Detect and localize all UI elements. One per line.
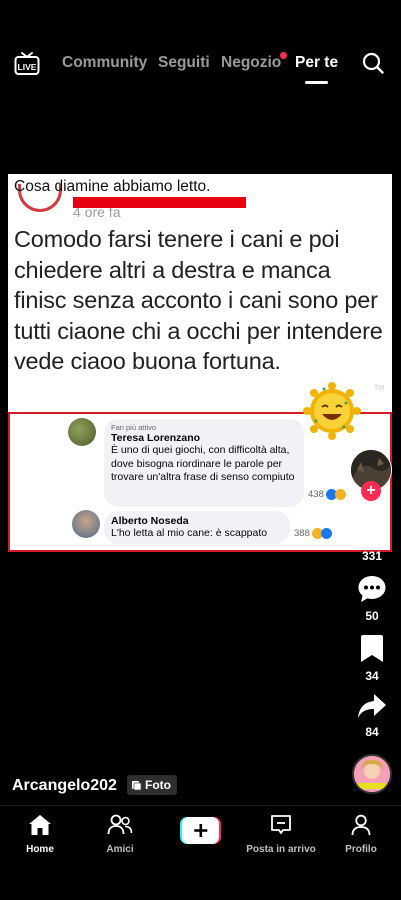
heart-icon <box>356 513 388 542</box>
tab-negozio[interactable]: Negozio <box>221 54 281 72</box>
photo-badge-label: Foto <box>145 778 171 792</box>
author-username[interactable]: Arcangelo202 <box>12 777 117 795</box>
commenter-avatar <box>72 510 100 538</box>
comment-count: 50 <box>365 609 379 623</box>
live-icon[interactable]: LIVE <box>14 50 40 76</box>
comment-text: È uno di quei giochi, con difficoltà alt… <box>111 444 295 483</box>
tab-community[interactable]: Community <box>62 54 147 72</box>
share-button[interactable]: 84 <box>350 692 394 739</box>
top-navigation: LIVE Community Seguiti Negozio Per te <box>0 0 401 100</box>
nav-inbox-label: Posta in arrivo <box>246 844 316 855</box>
redaction-bar <box>73 197 246 208</box>
reaction-count: 438 <box>308 489 324 500</box>
comment-bubble: Alberto Noseda L'ho letta al mio cane: è… <box>104 511 290 544</box>
bookmark-icon <box>361 635 383 662</box>
post-caption: Cosa diamine abbiamo letto. <box>14 178 211 195</box>
comment-button[interactable]: 50 <box>350 574 394 623</box>
comment-text: L'ho letta al mio cane: è scappato <box>111 527 268 539</box>
sun-sticker <box>303 382 361 440</box>
follow-button[interactable]: + <box>361 481 381 501</box>
like-reaction-icon <box>320 528 332 539</box>
haha-reaction-icon <box>334 489 346 500</box>
post-body-text: Comodo farsi tenere i cani e poi chieder… <box>14 226 383 374</box>
commenter-avatar <box>68 418 96 446</box>
nav-inbox[interactable]: Posta in arrivo <box>236 814 326 855</box>
nav-friends-label: Amici <box>106 844 134 855</box>
share-count: 84 <box>365 725 379 739</box>
nav-profile[interactable]: Profilo <box>316 814 401 855</box>
nav-profile-label: Profilo <box>345 844 377 855</box>
profile-icon <box>351 814 371 836</box>
active-tab-indicator <box>305 81 328 84</box>
like-count: 331 <box>361 549 383 563</box>
reaction-count: 388 <box>294 528 310 539</box>
fan-badge: Fan più attivo <box>111 423 157 432</box>
comment-reactions: 388 <box>294 528 332 539</box>
trademark-mark: TM <box>374 385 385 392</box>
comment-bubble: Fan più attivo Teresa Lorenzano È uno di… <box>104 419 304 507</box>
like-button[interactable]: 331 <box>350 512 394 563</box>
post-image[interactable]: 4 ore fa Cosa diamine abbiamo letto. Com… <box>8 174 392 552</box>
comment-icon <box>358 576 386 602</box>
friends-icon <box>107 814 133 835</box>
create-post-button[interactable] <box>180 817 221 844</box>
photo-icon <box>132 780 142 790</box>
home-icon <box>29 815 51 835</box>
tab-per-te[interactable]: Per te <box>295 54 338 72</box>
commenter-name: Teresa Lorenzano <box>111 432 201 444</box>
save-count: 34 <box>365 669 379 683</box>
nav-home-label: Home <box>26 844 54 855</box>
bottom-navigation: Home Amici Posta in arrivo Profilo <box>0 805 401 900</box>
photo-type-badge: Foto <box>127 775 177 795</box>
sound-cover-image <box>354 756 390 792</box>
svg-text:LIVE: LIVE <box>18 62 37 72</box>
save-button[interactable]: 34 <box>350 634 394 683</box>
notification-dot <box>280 52 287 59</box>
inbox-icon <box>271 815 291 834</box>
search-icon[interactable] <box>362 52 384 74</box>
commenter-name: Alberto Noseda <box>111 515 189 527</box>
music-disc[interactable] <box>352 754 392 794</box>
nav-friends[interactable]: Amici <box>75 814 165 855</box>
share-icon <box>358 694 386 718</box>
comment-reactions: 438 <box>308 489 346 500</box>
nav-home[interactable]: Home <box>0 814 85 855</box>
tab-seguiti[interactable]: Seguiti <box>158 54 210 72</box>
